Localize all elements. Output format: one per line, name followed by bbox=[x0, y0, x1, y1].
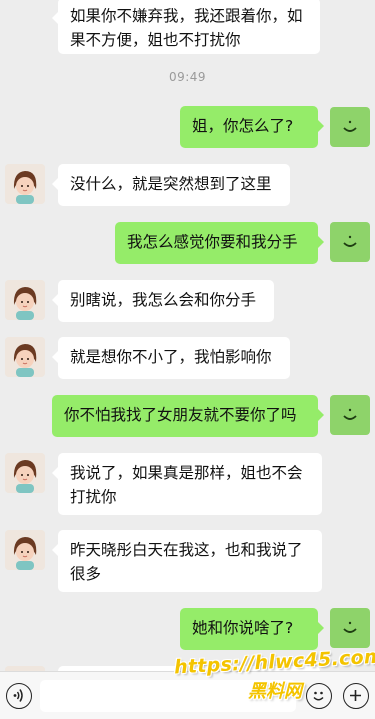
contact-avatar[interactable] bbox=[5, 337, 45, 377]
message-input[interactable] bbox=[40, 680, 296, 712]
emoji-icon[interactable] bbox=[306, 683, 332, 709]
voice-icon[interactable] bbox=[6, 683, 32, 709]
my-avatar[interactable] bbox=[330, 395, 370, 435]
message-text: 就是想你不小了，我怕影响你 bbox=[70, 348, 272, 366]
message-bubble-incoming[interactable]: 别瞎说，我怎么会和你分手 bbox=[52, 280, 274, 322]
my-avatar[interactable] bbox=[330, 107, 370, 147]
my-avatar[interactable] bbox=[330, 608, 370, 648]
message-text-line: 很多 bbox=[70, 565, 102, 583]
message-text: 她和你说啥了? bbox=[192, 619, 294, 637]
message-text: 你不怕我找了女朋友就不要你了吗 bbox=[64, 406, 297, 424]
chat-timestamp: 09:49 bbox=[168, 70, 207, 84]
contact-avatar[interactable] bbox=[5, 530, 45, 570]
contact-avatar[interactable] bbox=[5, 280, 45, 320]
chat-area[interactable]: 如果你不嫌弃我，我还跟着你，如 果不方便，姐也不打扰你 09:49 姐，你怎么了… bbox=[0, 0, 375, 671]
message-bubble-incoming[interactable]: 我说了，如果真是那样，姐也不会 打扰你 bbox=[52, 453, 322, 515]
message-text: 别瞎说，我怎么会和你分手 bbox=[70, 291, 257, 309]
message-text-line: 果不方便，姐也不打扰你 bbox=[70, 31, 241, 49]
message-text: 我怎么感觉你要和我分手 bbox=[127, 233, 298, 251]
message-bubble-outgoing[interactable]: 你不怕我找了女朋友就不要你了吗 bbox=[52, 395, 324, 437]
message-text-line: 昨天晓彤白天在我这，也和我说了 bbox=[70, 541, 303, 559]
message-text-line: 如果你不嫌弃我，我还跟着你，如 bbox=[70, 7, 303, 25]
message-bubble-outgoing[interactable]: 我怎么感觉你要和我分手 bbox=[115, 222, 324, 264]
message-text: 姐，你怎么了? bbox=[192, 117, 294, 135]
contact-avatar[interactable] bbox=[5, 164, 45, 204]
contact-avatar[interactable] bbox=[5, 453, 45, 493]
plus-icon[interactable] bbox=[343, 683, 369, 709]
message-text: 没什么，就是突然想到了这里 bbox=[70, 175, 272, 193]
message-bubble-outgoing[interactable]: 她和你说啥了? bbox=[180, 608, 324, 650]
message-bubble-outgoing[interactable]: 姐，你怎么了? bbox=[180, 106, 324, 148]
my-avatar[interactable] bbox=[330, 222, 370, 262]
message-text-line: 我说了，如果真是那样，姐也不会 bbox=[70, 464, 303, 482]
message-bubble-incoming[interactable]: 昨天晓彤白天在我这，也和我说了 很多 bbox=[52, 530, 322, 592]
message-bubble-incoming[interactable]: 就是想你不小了，我怕影响你 bbox=[52, 337, 290, 379]
message-bubble-incoming[interactable]: 如果你不嫌弃我，我还跟着你，如 果不方便，姐也不打扰你 bbox=[52, 0, 320, 54]
message-text-line: 打扰你 bbox=[70, 488, 117, 506]
message-bubble-incoming[interactable]: 没什么，就是突然想到了这里 bbox=[52, 164, 290, 206]
chat-input-bar bbox=[0, 671, 375, 719]
